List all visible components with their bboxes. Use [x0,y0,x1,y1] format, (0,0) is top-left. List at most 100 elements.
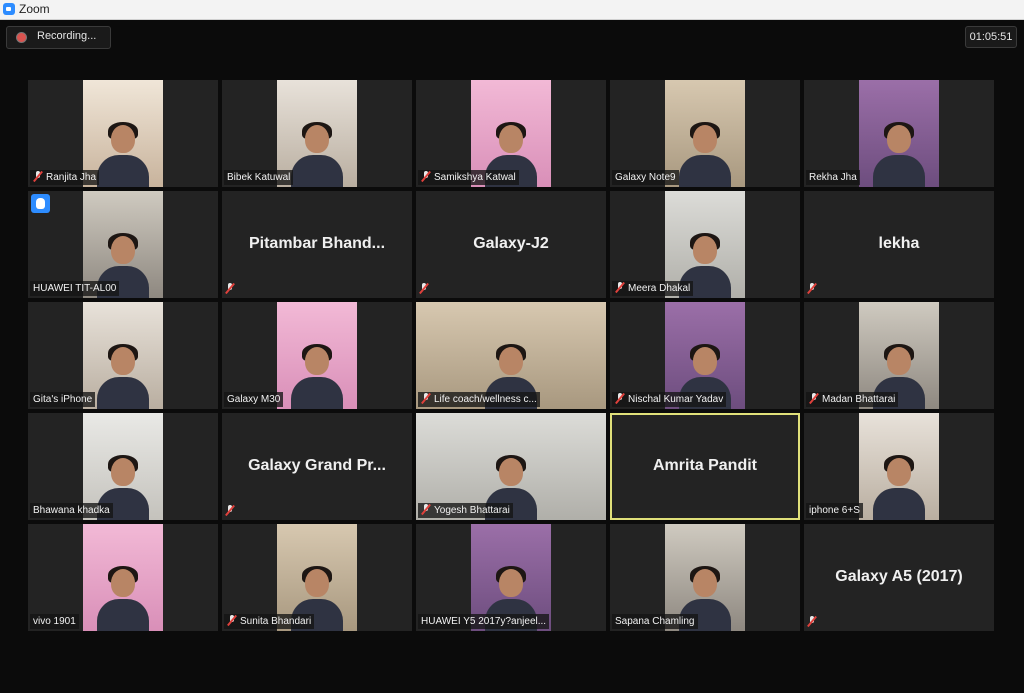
recording-label: Recording... [37,30,97,42]
participant-tile[interactable]: Amrita Pandit [610,413,800,520]
microphone-muted-icon [227,615,237,626]
participant-name-tag: Sapana Chamling [612,614,698,629]
participant-name: Meera Dhakal [628,283,691,294]
participant-tile[interactable]: Meera Dhakal [610,191,800,298]
participant-tile[interactable]: Galaxy A5 (2017) [804,524,994,631]
participant-name-tag: Samikshya Katwal [418,170,519,185]
participant-name: Rekha Jha [809,172,857,183]
microphone-muted-icon [421,171,431,182]
participant-tile[interactable]: Galaxy Grand Pr... [222,413,412,520]
microphone-muted-icon [615,282,625,293]
participant-name: Pitambar Bhand... [248,234,386,252]
participant-name: iphone 6+S [809,505,860,516]
participant-name: Yogesh Bhattarai [434,505,510,516]
participant-name: Sapana Chamling [615,616,695,627]
recording-indicator[interactable]: Recording... [6,26,111,49]
microphone-muted-icon [225,283,235,294]
microphone-muted-icon [809,393,819,404]
participant-silhouette [291,344,343,409]
participant-tile[interactable]: Yogesh Bhattarai [416,413,606,520]
participant-name: Sunita Bhandari [240,616,312,627]
participant-name-tag: Meera Dhakal [612,281,694,296]
participant-silhouette [291,122,343,187]
participant-video [859,80,939,187]
microphone-muted-icon [807,616,817,627]
microphone-muted-icon [421,393,431,404]
participant-name: Samikshya Katwal [434,172,516,183]
participant-name-tag: Nischal Kumar Yadav [612,392,727,407]
participant-gallery: Ranjita Jha Bibek Katuwal Samikshya Katwal… [28,80,994,633]
participant-video [859,413,939,520]
participant-name-tag: Yogesh Bhattarai [418,503,513,518]
microphone-muted-icon [33,171,43,182]
participant-name: vivo 1901 [33,616,76,627]
participant-tile[interactable]: Gita's iPhone [28,302,218,409]
participant-name: Ranjita Jha [46,172,97,183]
participant-name: Madan Bhattarai [822,394,896,405]
participant-name-tag: vivo 1901 [30,614,79,629]
participant-name-tag: Bhawana khadka [30,503,113,518]
microphone-muted-icon [225,505,235,516]
participant-name: lekha [878,234,920,252]
participant-silhouette [97,566,149,631]
participant-name-tag: Madan Bhattarai [806,392,899,407]
participant-name-tag: Rekha Jha [806,170,860,185]
microphone-muted-icon [421,504,431,515]
zoom-logo-icon [3,3,15,15]
participant-name: Galaxy Grand Pr... [248,456,386,474]
participant-silhouette [873,122,925,187]
participant-name: Galaxy A5 (2017) [835,567,963,585]
participant-tile[interactable]: Bhawana khadka [28,413,218,520]
microphone-muted-icon [419,283,429,294]
participant-name: Gita's iPhone [33,394,93,405]
participant-name: Amrita Pandit [652,456,757,474]
participant-name: Bhawana khadka [33,505,110,516]
participant-tile[interactable]: Galaxy M30 [222,302,412,409]
participant-tile[interactable]: Samikshya Katwal [416,80,606,187]
participant-name: Galaxy-J2 [473,234,549,252]
participant-video [277,302,357,409]
participant-name: Life coach/wellness c... [434,394,537,405]
participant-name-tag: Galaxy Note9 [612,170,679,185]
participant-name-tag: Bibek Katuwal [224,170,294,185]
participant-name-tag: Ranjita Jha [30,170,100,185]
participant-name-tag: iphone 6+S [806,503,863,518]
participant-tile[interactable]: HUAWEI TIT-AL00 [28,191,218,298]
participant-silhouette [97,122,149,187]
participant-name-tag: HUAWEI Y5 2017y?anjeel... [418,614,550,629]
participant-tile[interactable]: Sunita Bhandari [222,524,412,631]
participant-name-tag: Gita's iPhone [30,392,96,407]
participant-name-tag: Sunita Bhandari [224,614,315,629]
participant-name: HUAWEI Y5 2017y?anjeel... [421,616,547,627]
participant-tile[interactable]: Ranjita Jha [28,80,218,187]
participant-tile[interactable]: Madan Bhattarai [804,302,994,409]
record-icon [16,32,27,43]
participant-name: Galaxy Note9 [615,172,676,183]
participant-name: HUAWEI TIT-AL00 [33,283,117,294]
microphone-muted-icon [615,393,625,404]
participant-tile[interactable]: Galaxy-J2 [416,191,606,298]
participant-name: Bibek Katuwal [227,172,291,183]
participant-name: Nischal Kumar Yadav [628,394,724,405]
participant-name-tag: HUAWEI TIT-AL00 [30,281,120,296]
participant-tile[interactable]: Sapana Chamling [610,524,800,631]
meeting-timer: 01:05:51 [965,26,1017,48]
participant-name: Galaxy M30 [227,394,281,405]
participant-tile[interactable]: iphone 6+S [804,413,994,520]
participant-silhouette [97,344,149,409]
participant-tile[interactable]: Life coach/wellness c... [416,302,606,409]
participant-tile[interactable]: Rekha Jha [804,80,994,187]
microphone-muted-icon [807,283,817,294]
participant-tile[interactable]: Nischal Kumar Yadav [610,302,800,409]
title-bar: Zoom [0,0,1024,20]
participant-tile[interactable]: lekha [804,191,994,298]
participant-silhouette [679,122,731,187]
participant-video [83,524,163,631]
participant-tile[interactable]: Bibek Katuwal [222,80,412,187]
participant-tile[interactable]: Pitambar Bhand... [222,191,412,298]
participant-tile[interactable]: Galaxy Note9 [610,80,800,187]
participant-tile[interactable]: vivo 1901 [28,524,218,631]
participant-silhouette [873,455,925,520]
participant-tile[interactable]: HUAWEI Y5 2017y?anjeel... [416,524,606,631]
raised-hand-icon [31,194,50,213]
